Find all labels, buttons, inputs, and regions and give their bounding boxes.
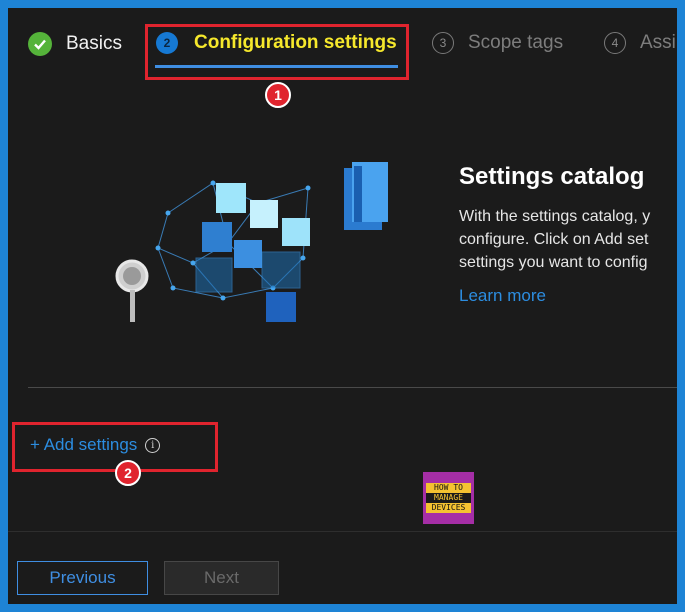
annotation-badge-1: 1: [265, 82, 291, 108]
intune-wizard-panel: Basics 2 Configuration settings 3 Scope …: [8, 8, 677, 604]
step-label: Basics: [66, 33, 122, 54]
annotation-highlight-1: [145, 24, 409, 80]
annotation-badge-2: 2: [115, 460, 141, 486]
description-line: With the settings catalog, y: [459, 208, 651, 225]
book-icon: [344, 162, 388, 230]
step-number: 3: [432, 32, 454, 54]
step-basics[interactable]: Basics: [28, 32, 122, 56]
next-button[interactable]: Next: [164, 561, 279, 595]
step-label: Scope tags: [468, 32, 564, 53]
previous-button[interactable]: Previous: [17, 561, 148, 595]
logo-line: DEVICES: [426, 503, 471, 513]
description-line: configure. Click on Add set: [459, 231, 649, 248]
step-scope-tags[interactable]: 3 Scope tags: [432, 32, 563, 54]
logo-line: HOW TO: [426, 483, 471, 493]
annotation-highlight-2: [12, 422, 218, 472]
settings-catalog-illustration: [115, 162, 388, 322]
step-label: Assi: [640, 32, 676, 53]
step-number: 4: [604, 32, 626, 54]
settings-catalog-description: With the settings catalog, y configure. …: [459, 205, 677, 274]
step-assignments[interactable]: 4 Assi: [604, 32, 676, 54]
description-line: settings you want to config: [459, 254, 648, 271]
logo-line: MANAGE: [426, 493, 471, 503]
section-divider: [28, 387, 677, 388]
settings-catalog-title: Settings catalog: [459, 163, 645, 190]
how-to-manage-devices-logo: HOW TO MANAGE DEVICES: [423, 472, 474, 524]
learn-more-link[interactable]: Learn more: [459, 286, 677, 306]
footer-divider: [8, 531, 677, 532]
checkmark-icon: [28, 32, 52, 56]
settings-catalog-info: Settings catalog With the settings catal…: [459, 163, 677, 306]
magnifier-icon: [115, 259, 149, 322]
